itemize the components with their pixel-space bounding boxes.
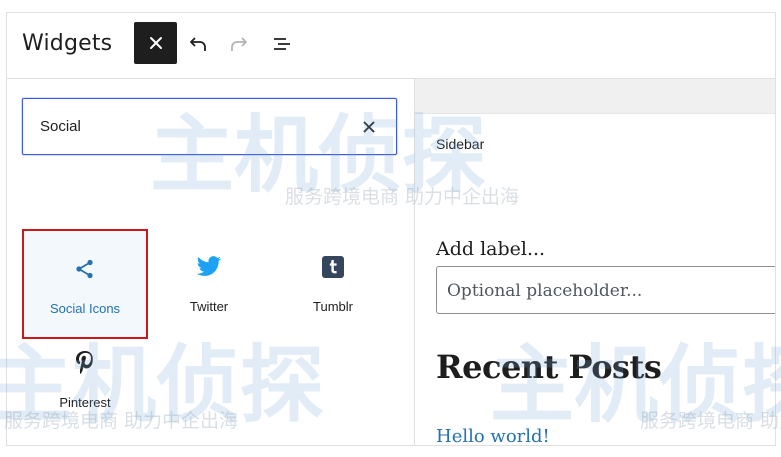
undo-button[interactable] [185, 31, 211, 57]
twitter-icon [195, 253, 223, 281]
search-widget-label[interactable]: Add label... [436, 238, 545, 260]
sidebar-widget-area[interactable]: Sidebar Add label... Optional placeholde… [415, 113, 775, 445]
block-inserter-panel: Social Social Icons Twitter Tumblr Pinte… [7, 79, 415, 445]
search-value: Social [40, 118, 81, 135]
search-placeholder-text: Optional placeholder... [447, 281, 643, 301]
close-icon [149, 37, 162, 49]
recent-posts-heading[interactable]: Recent Posts [436, 348, 662, 386]
widget-area-title: Sidebar [436, 136, 485, 152]
search-widget-input[interactable]: Optional placeholder... [436, 266, 775, 314]
pinterest-icon [71, 349, 99, 377]
list-view-icon [274, 38, 290, 50]
block-label: Pinterest [59, 395, 111, 410]
block-twitter[interactable]: Twitter [146, 229, 272, 339]
undo-icon [190, 37, 206, 51]
redo-icon [231, 37, 247, 51]
editor-header: Widgets [7, 13, 775, 79]
block-pinterest[interactable]: Pinterest [22, 331, 148, 431]
block-social-icons[interactable]: Social Icons [22, 229, 148, 339]
share-icon [71, 255, 99, 283]
post-link[interactable]: Hello world! [436, 426, 550, 445]
close-icon [363, 121, 375, 133]
clear-search-button[interactable] [356, 114, 382, 140]
redo-button[interactable] [226, 31, 252, 57]
widget-area-canvas: Sidebar Add label... Optional placeholde… [415, 79, 775, 445]
page-title: Widgets [22, 31, 113, 56]
block-label: Twitter [189, 299, 229, 314]
block-search-input[interactable]: Social [22, 98, 397, 155]
tumblr-icon [319, 253, 347, 281]
block-tumblr[interactable]: Tumblr [270, 229, 396, 339]
close-inserter-button[interactable] [134, 22, 177, 64]
list-view-button[interactable] [269, 31, 295, 57]
block-label: Tumblr [313, 299, 353, 314]
widgets-editor: Widgets Social Social Icons Twitter Tumb… [6, 12, 776, 446]
block-label: Social Icons [49, 301, 121, 316]
